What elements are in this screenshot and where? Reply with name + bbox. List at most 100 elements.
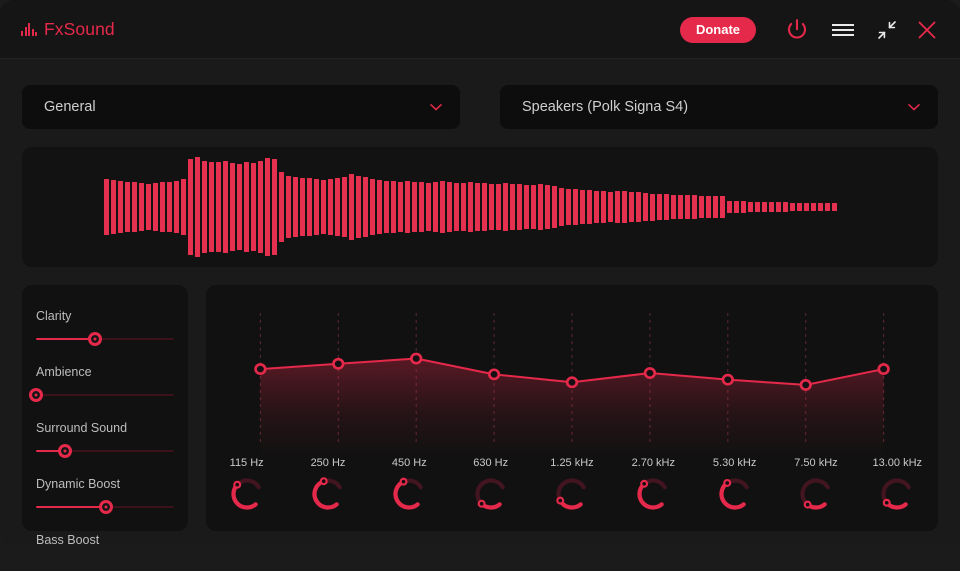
spectrum-bar: [188, 159, 193, 255]
main-content: General Speakers (Polk Signa S4) Clarity…: [0, 59, 960, 545]
spectrum-bar: [531, 185, 536, 229]
spectrum-bar: [769, 202, 774, 212]
spectrum-bar: [251, 162, 256, 252]
spectrum-bar: [300, 177, 305, 237]
eq-point-handle[interactable]: [254, 363, 267, 375]
slider-thumb[interactable]: [29, 388, 43, 402]
spectrum-bar: [391, 181, 396, 233]
band-gain-knob[interactable]: [715, 474, 755, 514]
preset-dropdown-value: General: [44, 99, 96, 115]
eq-point-handle[interactable]: [877, 363, 890, 375]
app-brand: FxSound: [21, 19, 115, 40]
power-icon[interactable]: [780, 10, 814, 50]
spectrum-bar: [748, 201, 753, 213]
spectrum-bar: [608, 191, 613, 223]
spectrum-bar: [384, 180, 389, 234]
knob-value-arc: [719, 480, 746, 510]
device-dropdown-value: Speakers (Polk Signa S4): [522, 99, 689, 115]
spectrum-bar: [545, 184, 550, 230]
fxsound-window-root: FxSound Donate General Speakers (Polk Si…: [0, 0, 960, 571]
slider-dynamic-boost[interactable]: [36, 500, 174, 514]
spectrum-bar: [678, 194, 683, 220]
app-window: FxSound Donate General Speakers (Polk Si…: [0, 0, 960, 545]
spectrum-bar: [433, 181, 438, 233]
chevron-down-icon: [908, 104, 920, 111]
spectrum-bar: [321, 180, 326, 234]
spectrum-bar: [412, 181, 417, 233]
slider-label: Ambience: [36, 365, 92, 379]
band-gain-knob[interactable]: [227, 474, 267, 514]
spectrum-bar: [111, 180, 116, 234]
band-gain-knob[interactable]: [796, 474, 836, 514]
equalizer-panel: 115 Hz 250 Hz 450 Hz 630 Hz 1.25 kHz 2.70 kHz…: [206, 285, 938, 531]
spectrum-bar: [454, 182, 459, 232]
eq-point-handle[interactable]: [721, 373, 734, 386]
spectrum-bar: [377, 180, 382, 234]
band-gain-knob[interactable]: [389, 474, 429, 514]
band-frequency-label: 13.00 kHz: [872, 457, 923, 469]
spectrum-bar: [706, 195, 711, 219]
eq-point-handle[interactable]: [643, 367, 657, 379]
knob-indicator[interactable]: [319, 477, 328, 486]
eq-point-handle[interactable]: [487, 368, 501, 381]
donate-button[interactable]: Donate: [679, 16, 756, 43]
spectrum-bar: [503, 183, 508, 231]
slider-thumb[interactable]: [57, 444, 72, 458]
spectrum-bar: [146, 183, 151, 231]
collapse-arrows-icon[interactable]: [870, 10, 904, 50]
slider-thumb[interactable]: [88, 332, 103, 346]
band-gain-knob[interactable]: [552, 474, 592, 514]
eq-point-handle[interactable]: [565, 376, 579, 389]
device-dropdown[interactable]: Speakers (Polk Signa S4): [500, 85, 938, 129]
close-x-icon[interactable]: [910, 10, 944, 50]
knob-indicator[interactable]: [232, 480, 241, 489]
knob-indicator[interactable]: [556, 496, 565, 505]
spectrum-bar: [692, 195, 697, 219]
spectrum-bar: [755, 201, 760, 213]
spectrum-bar: [517, 184, 522, 230]
spectrum-bar: [741, 201, 746, 213]
knob-indicator[interactable]: [477, 499, 486, 508]
spectrum-bar: [349, 173, 354, 241]
slider-thumb[interactable]: [99, 500, 114, 514]
slider-surround-sound[interactable]: [36, 444, 174, 458]
band-frequency-label: 7.50 kHz: [794, 457, 838, 469]
slider-row: Dynamic Boost: [36, 477, 174, 514]
spectrum-bar: [167, 181, 172, 233]
spectrum-bar: [216, 161, 221, 253]
spectrum-bar: [244, 161, 249, 253]
knob-indicator[interactable]: [640, 479, 649, 488]
band-gain-knob[interactable]: [308, 474, 348, 514]
band-gain-knob[interactable]: [471, 474, 511, 514]
controls-row: Clarity Ambience Surround Sound Dynamic Boo…: [22, 285, 938, 545]
eq-point-handle[interactable]: [410, 352, 423, 365]
spectrum-bar: [510, 183, 515, 231]
spectrum-bar: [314, 178, 319, 236]
eq-band: 5.30 kHz: [694, 457, 775, 531]
slider-row: Ambience: [29, 365, 174, 402]
band-gain-knob[interactable]: [633, 474, 673, 514]
spectrum-bar: [223, 160, 228, 254]
slider-clarity[interactable]: [36, 332, 174, 346]
hamburger-menu-icon[interactable]: [826, 10, 860, 50]
spectrum-bar: [174, 181, 179, 233]
slider-ambience[interactable]: [29, 388, 174, 402]
slider-fill: [36, 338, 96, 340]
preset-dropdown[interactable]: General: [22, 85, 460, 129]
slider-row: Bass Boost: [36, 533, 174, 545]
knob-indicator[interactable]: [883, 498, 892, 507]
knob-indicator[interactable]: [399, 477, 408, 486]
eq-point-handle[interactable]: [799, 379, 812, 391]
equalizer-curve-chart[interactable]: [206, 285, 938, 457]
spectrum-bar: [272, 159, 277, 255]
eq-band: 250 Hz: [287, 457, 368, 531]
eq-point-handle[interactable]: [332, 357, 345, 370]
spectrum-bar: [699, 195, 704, 219]
band-gain-knob[interactable]: [877, 474, 917, 514]
spectrum-bar: [265, 158, 270, 256]
spectrum-bar: [468, 182, 473, 232]
spectrum-bar: [363, 176, 368, 238]
spectrum-bar: [419, 182, 424, 232]
knob-indicator[interactable]: [803, 500, 812, 509]
knob-indicator[interactable]: [722, 478, 731, 487]
